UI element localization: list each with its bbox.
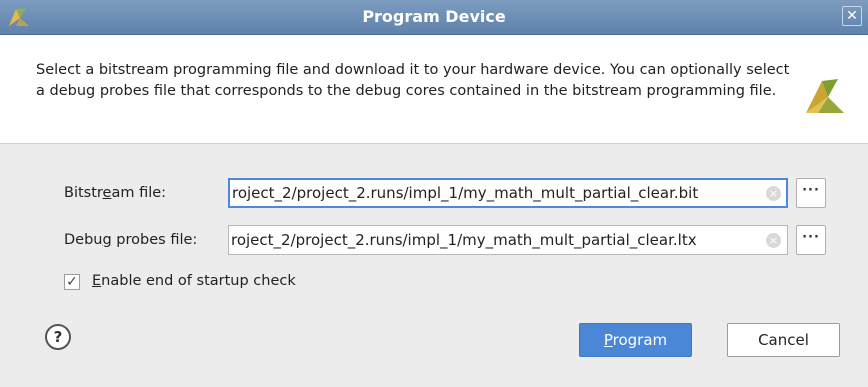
debug-probes-file-value[interactable]: roject_2/project_2.runs/impl_1/my_math_m… [231,231,697,249]
bitstream-file-value[interactable]: roject_2/project_2.runs/impl_1/my_math_m… [232,184,698,202]
bitstream-file-label: Bitstream file: [64,185,166,201]
startup-check-checkbox[interactable]: ✓ [64,274,80,290]
vivado-logo-icon [806,79,844,113]
title-bar: Program Device ✕ [0,0,868,35]
dialog-description: Select a bitstream programming file and … [36,62,790,99]
debug-probes-browse-button[interactable]: ··· [796,225,826,255]
debug-probes-label-text: Debu [64,232,103,248]
bitstream-browse-button[interactable]: ··· [796,178,826,208]
dialog-header: Select a bitstream programming file and … [0,35,868,144]
bitstream-label-text-rest: am file: [111,185,167,201]
clear-icon[interactable]: × [766,233,781,248]
bitstream-file-field[interactable]: roject_2/project_2.runs/impl_1/my_math_m… [228,178,788,208]
debug-probes-file-field[interactable]: roject_2/project_2.runs/impl_1/my_math_m… [228,225,788,255]
bitstream-label-text: Bitstr [64,185,103,201]
program-button[interactable]: Program [579,323,692,357]
debug-probes-file-label: Debug probes file: [64,232,197,248]
program-label: rogram [612,331,668,349]
startup-check-label-text: nable end of startup check [101,273,296,289]
close-icon[interactable]: ✕ [842,6,862,26]
debug-probes-label-mnemonic: g [102,232,112,248]
window-title: Program Device [362,7,506,26]
clear-icon[interactable]: × [766,186,781,201]
program-mnemonic: P [603,331,613,349]
startup-check-mnemonic: E [92,273,102,289]
cancel-button[interactable]: Cancel [727,323,840,357]
startup-check-label[interactable]: Enable end of startup check [92,273,296,289]
help-icon[interactable]: ? [45,324,71,350]
debug-probes-label-text-rest: probes file: [111,232,198,248]
